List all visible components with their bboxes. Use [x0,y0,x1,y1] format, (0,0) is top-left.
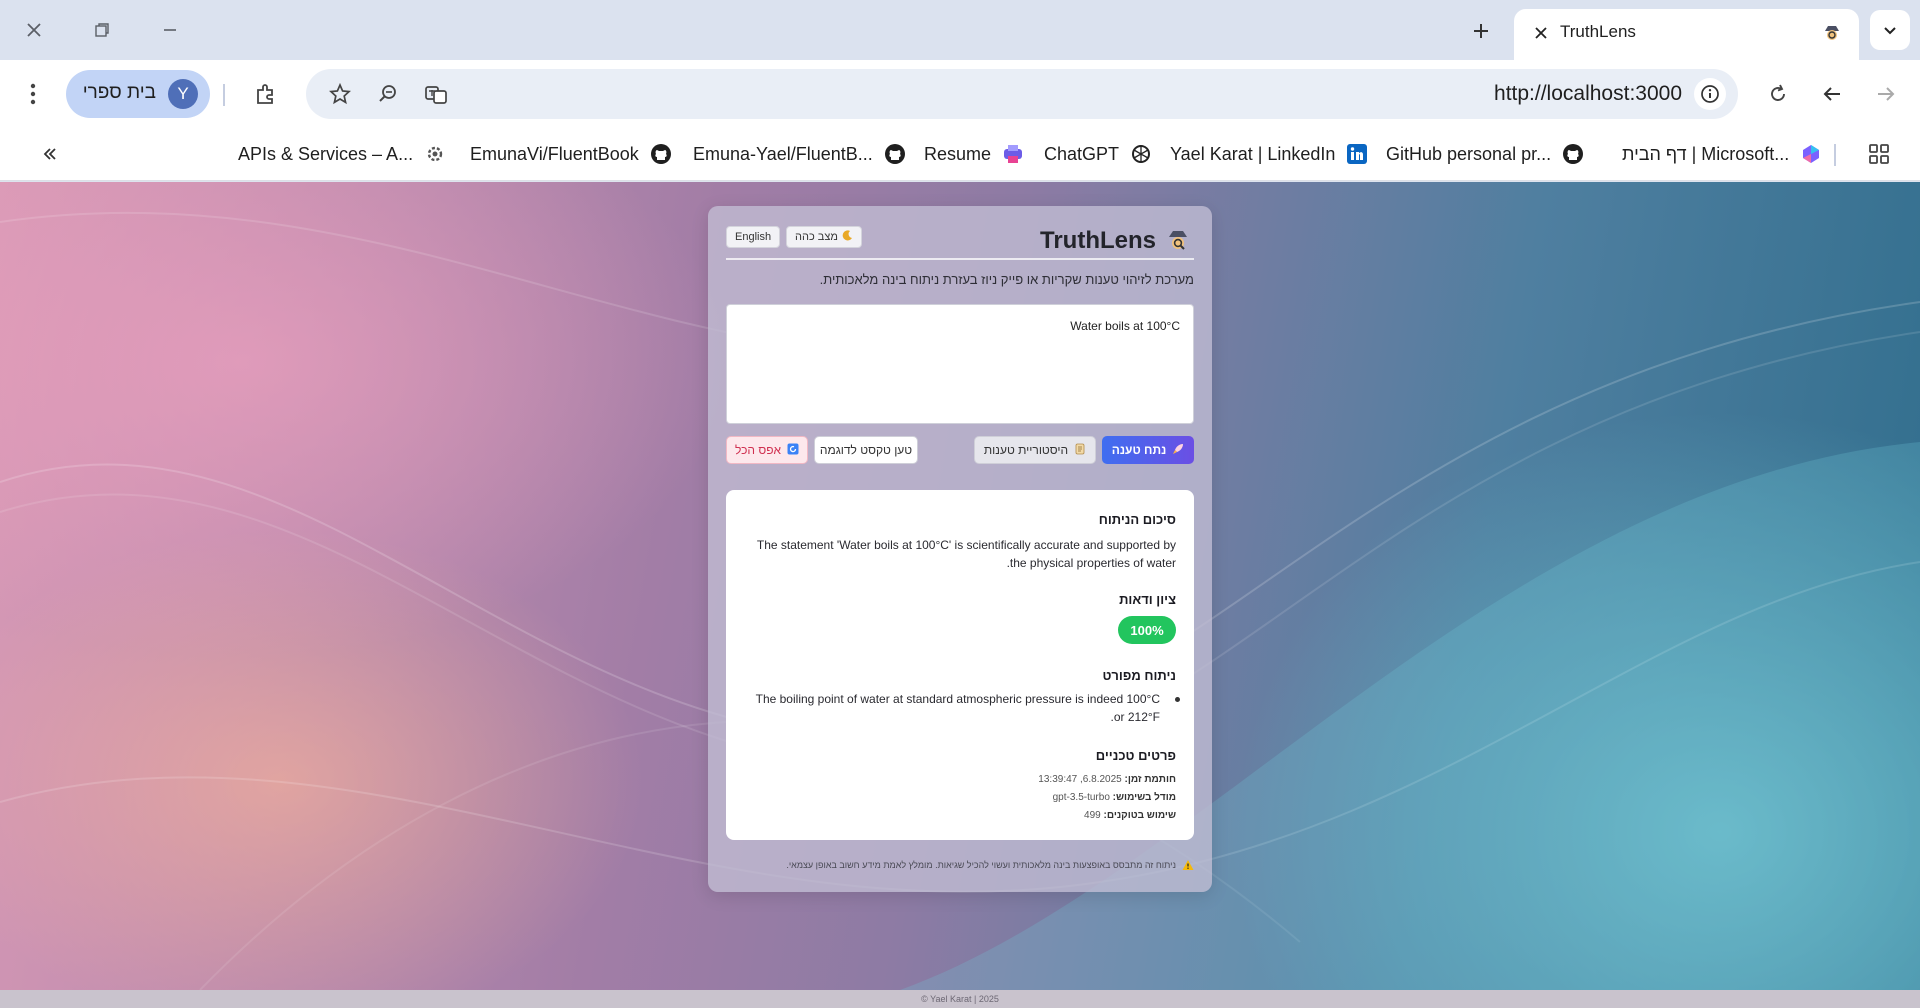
site-info-icon[interactable] [1694,78,1726,110]
language-label: English [735,231,772,243]
apps-grid-icon[interactable] [1868,139,1890,169]
page-background: TruthLens מצב כהה English מערכת לזיהוי ט… [0,182,1920,990]
new-tab-icon[interactable] [1464,14,1498,48]
github-icon [883,142,907,166]
bookmarks-divider [1834,144,1836,166]
dark-mode-button[interactable]: מצב כהה [786,226,862,248]
profile-label: בית ספרי [82,82,156,103]
tab-title: TruthLens [1560,22,1636,41]
bookmark-label: Resume [924,143,992,164]
bookmark-label: GitHub personal pr... [1386,143,1552,164]
history-button[interactable]: היסטוריית טענות [974,436,1096,464]
truthlens-card: TruthLens מצב כהה English מערכת לזיהוי ט… [708,206,1212,892]
page-footer: © Yael Karat | 2025 [0,990,1920,1008]
tokens-label: שימוש בטוקנים: [1103,810,1176,821]
bookmark-label: דף הבית | Microsoft... [1622,143,1790,164]
bookmark-label: APIs & Services – A... [238,143,414,164]
detailed-analysis-heading: ניתוח מפורט [1102,668,1176,683]
restore-window-icon[interactable] [82,14,122,46]
bookmark-emunavi[interactable]: EmunaVi/FluentBook [470,139,673,169]
linkedin-icon [1345,142,1369,166]
warning-icon [1181,858,1194,871]
active-tab[interactable]: TruthLens [1514,9,1859,60]
copilot-icon [1799,142,1823,166]
tab-search-icon[interactable] [1870,10,1910,50]
app-title: TruthLens [1039,227,1156,254]
github-icon [1561,142,1585,166]
rocket-icon [1172,443,1184,458]
bookmark-linkedin[interactable]: Yael Karat | LinkedIn [1170,139,1369,169]
analysis-result-panel: סיכום הניתוח The statement 'Water boils … [726,490,1194,840]
dark-mode-label: מצב כהה [795,231,838,243]
confidence-heading: ציון ודאות [1119,592,1176,607]
summary-heading: סיכום הניתוח [1098,512,1176,527]
url-text: http://localhost:3000 [1494,82,1682,105]
openai-icon [1129,142,1153,166]
analyze-button[interactable]: נתח טענה [1102,436,1194,464]
zoom-icon[interactable] [370,76,406,112]
claim-input-value: Water boils at 100°C [1070,319,1180,333]
bookmark-label: Emuna-Yael/FluentB... [693,143,873,164]
browser-toolbar: בית ספרי Y http://localhost:3000 [0,60,1920,128]
ai-disclaimer: ניתוח זה מתבסס באופצעות בינה מלאכותית וע… [786,860,1176,870]
load-sample-button[interactable]: טען טקסט לדוגמה [814,436,918,464]
history-label: היסטוריית טענות [983,443,1069,457]
model-value: gpt-3.5-turbo [1052,792,1110,803]
bullet-dot [1175,697,1180,702]
claim-input[interactable]: Water boils at 100°C [726,304,1194,424]
github-icon [649,142,673,166]
timestamp-label: חותמת זמן: [1124,774,1176,785]
print-icon [1001,142,1025,166]
clear-all-label: אפס הכל [734,443,782,457]
address-bar[interactable]: http://localhost:3000 [306,69,1738,119]
translate-icon[interactable] [418,76,454,112]
model-label: מודל בשימוש: [1112,792,1176,803]
tokens-value: 499 [1084,810,1101,821]
bookmark-chatgpt[interactable]: ChatGPT [1044,139,1153,169]
bookmark-emuna-yael[interactable]: Emuna-Yael/FluentB... [693,139,907,169]
tab-strip: TruthLens [0,0,1920,60]
timestamp-value: 6.8.2025, 13:39:47 [1038,774,1122,785]
app-subtitle: מערכת לזיהוי טענות שקריות או פייק ניוז ב… [819,272,1194,287]
forward-arrow-icon[interactable] [1868,76,1904,112]
toolbar-divider [223,84,225,106]
moon-icon [842,230,853,244]
gear-cloud-icon [423,142,447,166]
tokens-row: שימוש בטוקנים: 499 [1084,810,1176,821]
bookmarks-bar: APIs & Services – A... EmunaVi/FluentBoo… [0,128,1920,181]
detective-logo-icon [1164,226,1192,254]
tab-close-icon[interactable] [1528,20,1554,46]
profile-chip[interactable]: בית ספרי Y [66,70,210,118]
confidence-badge: 100% [1118,616,1176,644]
scroll-icon [1074,443,1086,458]
bookmark-microsoft[interactable]: דף הבית | Microsoft... [1622,139,1823,169]
bookmark-star-icon[interactable] [322,76,358,112]
bookmarks-collapse-icon[interactable] [40,139,60,169]
language-button[interactable]: English [726,226,781,248]
extensions-icon[interactable] [248,76,284,112]
minimize-window-icon[interactable] [150,14,190,46]
bookmark-label: EmunaVi/FluentBook [470,143,639,164]
bookmark-label: Yael Karat | LinkedIn [1170,143,1336,164]
timestamp-row: חותמת זמן: 6.8.2025, 13:39:47 [1038,774,1176,785]
bookmark-label: ChatGPT [1044,143,1120,164]
summary-text: The statement 'Water boils at 100°C' is … [756,538,1176,570]
detective-favicon-icon [1819,20,1845,46]
back-arrow-icon[interactable] [1814,76,1850,112]
detail-item: The boiling point of water at standard a… [755,692,1160,724]
menu-kebab-icon[interactable] [18,76,48,112]
reload-icon[interactable] [1760,76,1796,112]
bookmark-resume[interactable]: Resume [924,139,1025,169]
app-header: TruthLens מצב כהה English [726,220,1194,260]
bookmark-apis[interactable]: APIs & Services – A... [238,139,447,169]
bookmark-github-personal[interactable]: GitHub personal pr... [1386,139,1585,169]
analyze-label: נתח טענה [1111,443,1167,457]
model-row: מודל בשימוש: gpt-3.5-turbo [1053,792,1176,803]
technical-details-heading: פרטים טכניים [1095,748,1176,763]
clear-all-button[interactable]: אפס הכל [726,436,808,464]
avatar: Y [168,79,198,109]
load-sample-label: טען טקסט לדוגמה [819,443,913,457]
close-window-icon[interactable] [14,14,54,46]
reset-icon [787,443,799,458]
